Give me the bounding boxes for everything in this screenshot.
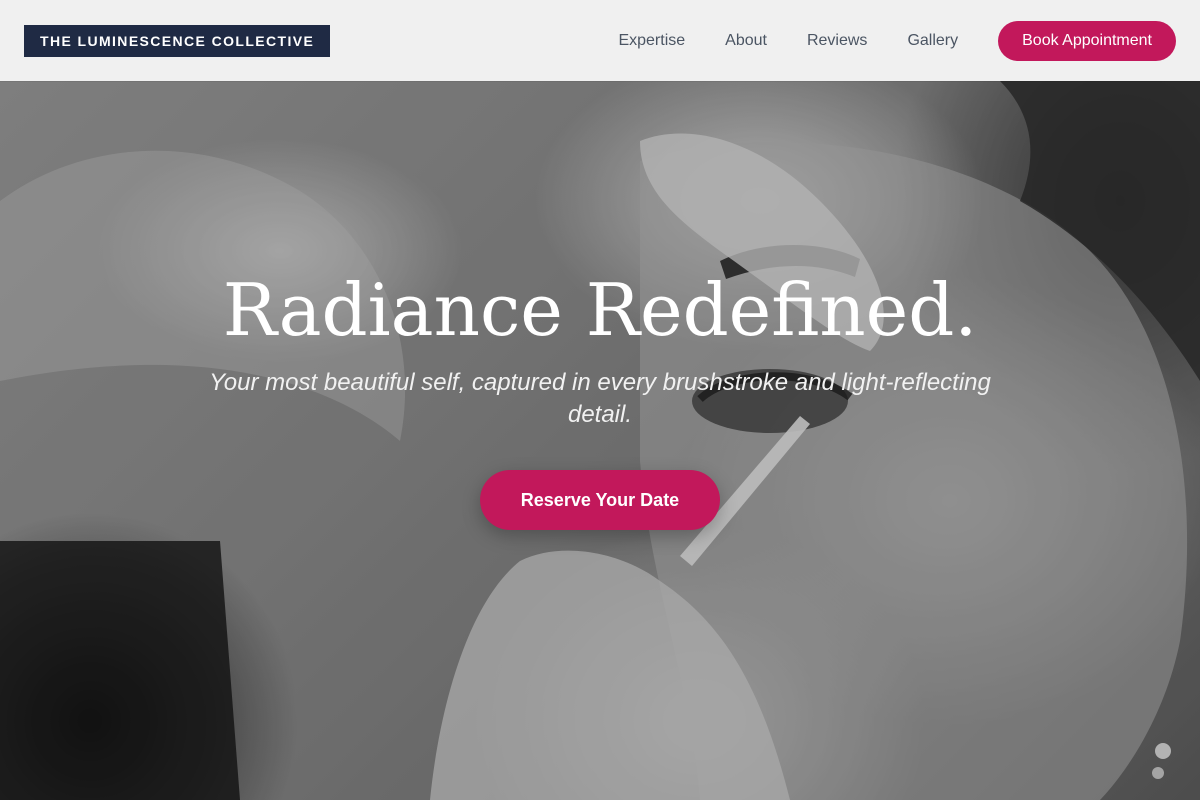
site-header: THE LUMINESCENCE COLLECTIVE Expertise Ab… <box>0 0 1200 81</box>
brand-logo[interactable]: THE LUMINESCENCE COLLECTIVE <box>24 24 331 57</box>
hero-title: Radiance Redefined. <box>222 268 978 352</box>
main-nav: Expertise About Reviews Gallery Book App… <box>618 20 1176 61</box>
nav-link-reviews[interactable]: Reviews <box>807 32 867 50</box>
nav-link-about[interactable]: About <box>725 32 767 50</box>
book-appointment-button[interactable]: Book Appointment <box>998 20 1176 61</box>
hero-subtitle: Your most beautiful self, captured in ev… <box>209 369 991 428</box>
hero-content: Radiance Redefined. Your most beautiful … <box>0 81 1200 800</box>
hero-section: Radiance Redefined. Your most beautiful … <box>0 81 1200 800</box>
nav-link-expertise[interactable]: Expertise <box>618 32 685 50</box>
reserve-date-button[interactable]: Reserve Your Date <box>480 470 720 530</box>
nav-link-gallery[interactable]: Gallery <box>907 32 958 50</box>
